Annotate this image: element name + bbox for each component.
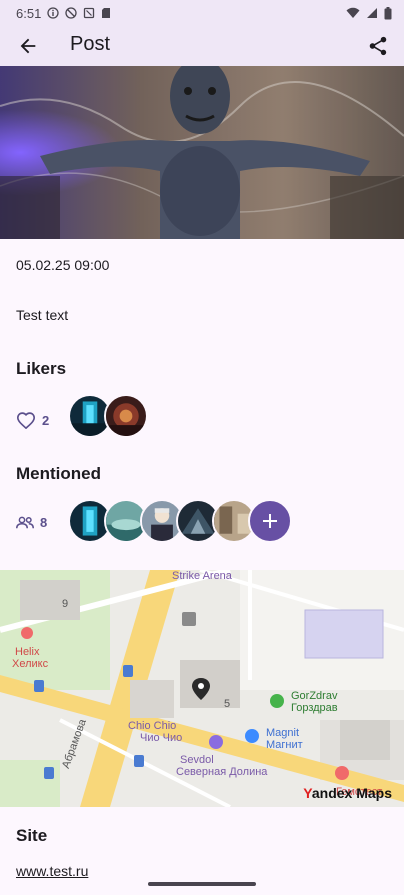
site-title: Site [16, 826, 48, 845]
map-label-house-9: 9 [62, 598, 69, 610]
likers-avatars [68, 394, 148, 438]
page-title: Post [70, 33, 111, 55]
share-icon [369, 36, 387, 56]
map-label-sevdol-ru: Северная Долина [176, 766, 268, 778]
system-icons [346, 6, 392, 20]
map-label-house-5: 5 [224, 698, 231, 710]
post-text: Test text [16, 307, 69, 323]
notification-box-icon [84, 7, 95, 19]
mentioned-count-value: 8 [40, 515, 48, 530]
location-map[interactable]: Strike Arena 9 Helix Хеликс 5 GorZdrav Г… [0, 570, 404, 807]
plus-icon [263, 514, 277, 528]
status-bar: 6:51 [0, 0, 404, 26]
post-image[interactable] [0, 66, 404, 239]
map-label-helix: Helix [15, 646, 40, 658]
gesture-nav-handle[interactable] [148, 882, 256, 886]
map-label-magnit-ru: Магнит [266, 739, 303, 751]
map-label-gorzdrav: GorZdrav [291, 690, 338, 702]
site-link[interactable]: www.test.ru [16, 863, 88, 879]
avatar[interactable] [104, 394, 148, 438]
info-icon [47, 7, 59, 19]
map-label-helix-ru: Хеликс [12, 658, 49, 670]
map-label-magnit: Magnit [266, 727, 300, 739]
map-label-gorzdrav-ru: Горздрав [291, 702, 338, 714]
status-time: 6:51 [16, 5, 42, 21]
mentioned-count[interactable]: 8 [16, 515, 47, 530]
notification-icons [47, 7, 111, 19]
back-button[interactable] [14, 32, 42, 60]
likes-count-value: 2 [42, 412, 50, 428]
add-mention-button[interactable] [248, 499, 292, 543]
sim-card-icon [102, 8, 111, 18]
mentioned-avatars [68, 499, 292, 543]
app-bar: Post [0, 26, 404, 66]
map-label-chio-ru: Чио Чио [140, 732, 183, 744]
map-label-chio: Chio Chio [128, 720, 177, 732]
map-label-strike-arena: Strike Arena [172, 570, 232, 582]
likers-title: Likers [16, 359, 67, 378]
post-date: 05.02.25 09:00 [16, 257, 110, 273]
signal-icon [367, 8, 377, 18]
battery-icon [384, 6, 392, 19]
wifi-icon [346, 7, 360, 18]
group-icon [16, 516, 34, 528]
yandex-maps-logo: Yandex Maps [303, 785, 392, 801]
map-label-sevdol: Sevdol [180, 754, 214, 766]
blocked-icon [65, 7, 77, 19]
mentioned-title: Mentioned [16, 464, 101, 483]
arrow-back-icon [20, 38, 36, 54]
likes-count[interactable]: 2 [16, 411, 49, 429]
share-button[interactable] [364, 32, 392, 60]
heart-icon [16, 412, 36, 429]
